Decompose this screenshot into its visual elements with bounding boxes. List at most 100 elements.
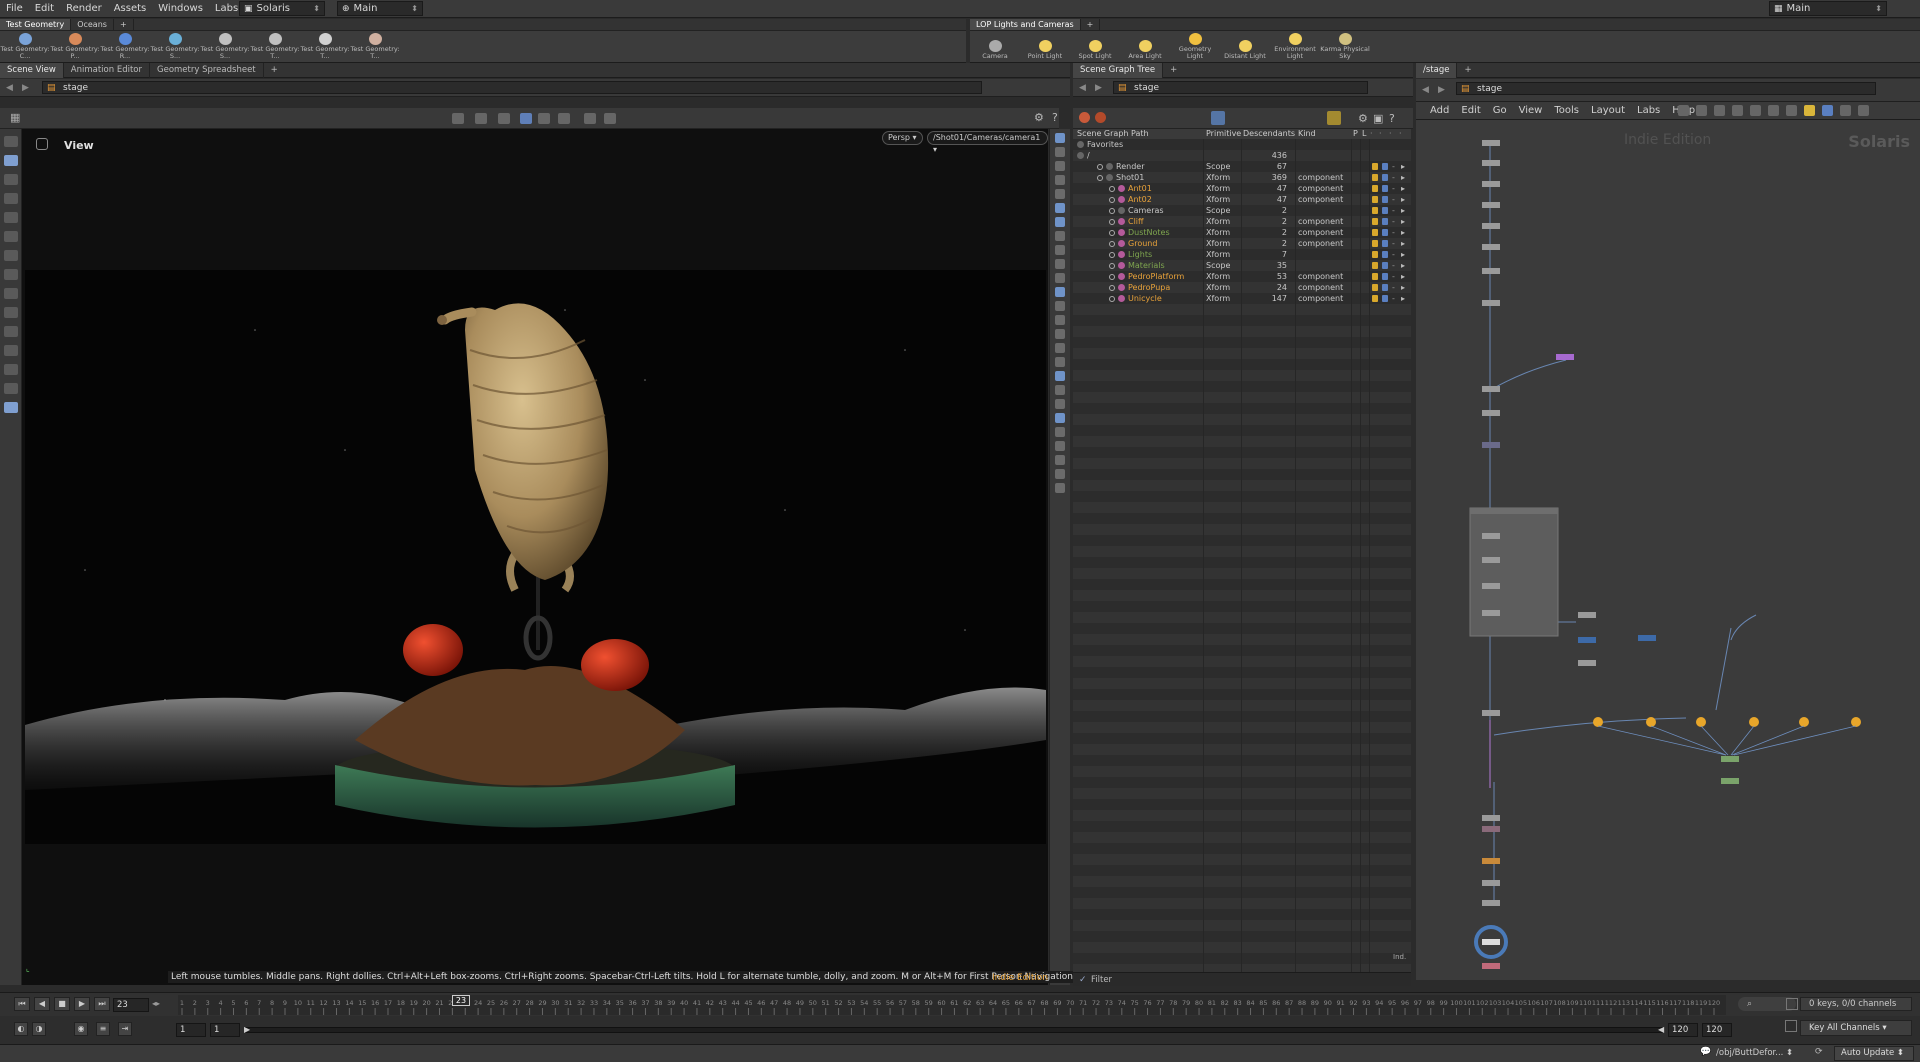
left-tool-icon[interactable] [4,155,18,166]
display-option-icon[interactable] [1055,413,1065,423]
back-icon[interactable]: ◀ [1079,83,1086,93]
tab-scene-view[interactable]: Scene View [0,62,64,78]
table-row[interactable]: / 436 [1073,150,1411,161]
search-icon[interactable]: ⌕ [1747,999,1752,1009]
eye-icon[interactable] [1097,175,1103,181]
playhead[interactable]: 23 [452,995,470,1006]
table-row[interactable]: Ant01 Xform 47 component - ▸ [1073,183,1411,194]
left-tool-icon[interactable] [4,307,18,318]
network-menu-labs[interactable]: Labs [1631,105,1666,116]
step-back-button[interactable]: ◀ [34,997,50,1011]
range-handle-left[interactable]: ▶ [244,1025,250,1034]
display-option-icon[interactable] [1055,189,1065,199]
table-row[interactable]: Lights Xform 7 - ▸ [1073,249,1411,260]
viewer-tool-icon[interactable] [604,113,616,124]
desktop-select[interactable]: ▣ Solaris ⬍ [239,1,325,16]
display-option-icon[interactable] [1055,371,1065,381]
grid-icon[interactable] [1768,105,1779,116]
select-arrow-icon[interactable]: ▸ [1401,194,1405,205]
select-arrow-icon[interactable]: ▸ [1401,172,1405,183]
menu-windows[interactable]: Windows [152,3,209,14]
table-row[interactable]: Ground Xform 2 component - ▸ [1073,238,1411,249]
select-arrow-icon[interactable]: ▸ [1401,260,1405,271]
display-option-icon[interactable] [1055,231,1065,241]
visibility-flag-icon[interactable] [1382,240,1388,247]
active-flag-icon[interactable] [1372,174,1378,181]
display-option-icon[interactable] [1055,175,1065,185]
table-row[interactable]: Cliff Xform 2 component - ▸ [1073,216,1411,227]
viewer-tool-icon[interactable] [558,113,570,124]
camera-icon[interactable]: ▣ [1373,112,1383,125]
range-handle-right[interactable]: ◀ [1658,1025,1664,1034]
menu-edit[interactable]: Edit [29,3,60,14]
gear-icon[interactable]: ⚙ [1034,111,1044,124]
network-editor[interactable]: Indie Edition Solaris [1416,120,1920,980]
menu-file[interactable]: File [0,3,29,14]
active-flag-icon[interactable] [1372,207,1378,214]
stage-tool-icon[interactable] [1079,112,1090,123]
display-option-icon[interactable] [1055,343,1065,353]
help-icon[interactable]: ? [1052,111,1058,124]
end-frame-field[interactable]: 120 [1702,1023,1732,1037]
forward-icon[interactable]: ▶ [1438,85,1445,95]
display-option-icon[interactable] [1055,245,1065,255]
back-icon[interactable]: ◀ [1422,85,1429,95]
layout-icon[interactable] [1858,105,1869,116]
select-arrow-icon[interactable]: ▸ [1401,238,1405,249]
left-tool-icon[interactable] [4,174,18,185]
viewer-tool-icon[interactable] [452,113,464,124]
shelf-tab[interactable]: Test Geometry [0,19,72,30]
shelf-tool[interactable]: Geometry Light [1170,31,1220,62]
table-row[interactable]: Shot01 Xform 369 component - ▸ [1073,172,1411,183]
frame-ruler[interactable]: 1234567891011121314151617181920212223242… [178,995,1726,1015]
key-icon[interactable]: ◉ [74,1022,88,1036]
eye-icon[interactable] [1097,164,1103,170]
toggle-icon[interactable] [1327,111,1341,125]
display-option-icon[interactable] [1055,441,1065,451]
grid-icon[interactable]: ▦ [10,111,20,124]
left-tool-icon[interactable] [4,269,18,280]
toggle-icon[interactable] [1211,111,1225,125]
context-select[interactable]: ⊕ Main ⬍ [337,1,423,16]
viewport[interactable]: View Persp ▾ /Shot01/Cameras/camera1 ▾ ⌞ [22,129,1048,985]
shelf-tool[interactable]: Environment Light [1270,31,1320,62]
shelf-tool[interactable]: Spot Light [1070,31,1120,62]
key-nav-icon[interactable]: ◂▸ [152,999,160,1008]
search-icon[interactable] [1840,105,1851,116]
range-start-field[interactable]: 1 [210,1023,240,1037]
shelf-tool[interactable]: Test Geometry: S... [150,31,200,62]
column-header[interactable]: P [1353,129,1358,138]
active-flag-icon[interactable] [1372,273,1378,280]
select-arrow-icon[interactable]: ▸ [1401,161,1405,172]
column-header[interactable]: Scene Graph Path [1077,129,1149,138]
shelf-tool[interactable]: Camera [970,31,1020,62]
display-option-icon[interactable] [1055,357,1065,367]
forward-icon[interactable]: ▶ [1095,83,1102,93]
stop-button[interactable]: ■ [54,997,70,1011]
current-frame-field[interactable]: 23 [113,998,149,1012]
left-tool-icon[interactable] [4,212,18,223]
table-row[interactable]: Render Scope 67 - ▸ [1073,161,1411,172]
left-tool-icon[interactable] [4,383,18,394]
active-flag-icon[interactable] [1372,163,1378,170]
display-option-icon[interactable] [1055,455,1065,465]
help-icon[interactable]: ? [1389,112,1395,125]
eye-icon[interactable] [1109,186,1115,192]
go-to-end-button[interactable]: ⏭ [94,997,110,1011]
table-row[interactable]: Materials Scope 35 - ▸ [1073,260,1411,271]
select-arrow-icon[interactable]: ▸ [1401,205,1405,216]
viewer-tool-icon[interactable] [498,113,510,124]
left-tool-icon[interactable] [4,345,18,356]
gear-icon[interactable]: ⚙ [1358,112,1368,125]
column-flag-icon[interactable]: · [1379,129,1382,138]
table-row[interactable]: Ant02 Xform 47 component - ▸ [1073,194,1411,205]
eye-icon[interactable] [1109,285,1115,291]
range-end-field[interactable]: 120 [1668,1023,1698,1037]
table-row[interactable]: PedroPupa Xform 24 component - ▸ [1073,282,1411,293]
display-option-icon[interactable] [1055,315,1065,325]
tag-icon[interactable] [1804,105,1815,116]
add-tab-icon[interactable]: + [264,63,285,78]
shelf-tool[interactable]: Test Geometry: T... [300,31,350,62]
active-flag-icon[interactable] [1372,185,1378,192]
select-arrow-icon[interactable]: ▸ [1401,249,1405,260]
